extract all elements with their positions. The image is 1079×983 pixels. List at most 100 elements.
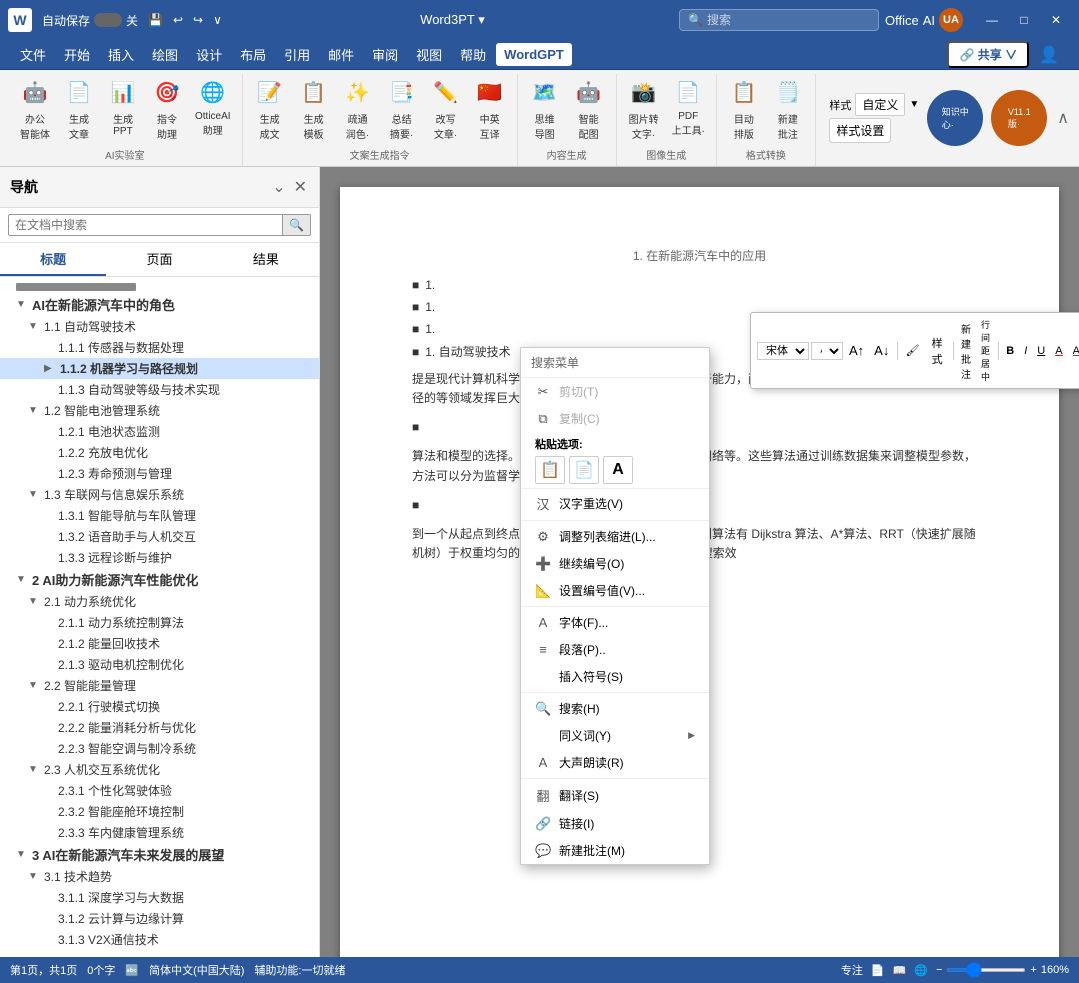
tree-item[interactable]: 1.1.3 自动驾驶等级与技术实现 (0, 379, 319, 400)
cm-item-continue-numbering[interactable]: ➕ 继续编号(O) (521, 550, 709, 577)
zoom-out-icon[interactable]: − (936, 964, 942, 976)
style-dropdown[interactable]: 样式 (926, 333, 949, 369)
menu-references[interactable]: 引用 (276, 41, 318, 68)
style-settings-btn[interactable]: 样式设置 (829, 118, 891, 143)
font-color-btn[interactable]: A (1051, 343, 1066, 359)
tree-item[interactable]: 2.3.1 个性化驾驶体验 (0, 780, 319, 801)
cm-item-search[interactable]: 🔍 搜索(H) (521, 695, 709, 722)
cm-item-paragraph[interactable]: ≡ 段落(P).. (521, 636, 709, 663)
ribbon-btn-gen-ppt[interactable]: 📊 生成PPT (102, 74, 144, 140)
tree-item[interactable]: 2.1.3 驱动电机控制优化 (0, 654, 319, 675)
search-input[interactable] (707, 13, 847, 27)
undo-icon[interactable]: ↩ (169, 11, 187, 29)
focus-btn[interactable]: 专注 (841, 962, 863, 978)
ribbon-btn-translate[interactable]: 🇨🇳 中英互译 (469, 74, 511, 144)
customize-icon[interactable]: ∨ (209, 11, 226, 29)
nav-tab-headings[interactable]: 标题 (0, 243, 106, 276)
minimize-button[interactable]: — (977, 8, 1007, 32)
tree-item[interactable]: 2.2.3 智能空调与制冷系统 (0, 738, 319, 759)
cm-item-translate[interactable]: 翻 翻译(S) (521, 781, 709, 810)
office-ai-button[interactable]: Office AI UA (885, 8, 963, 32)
menu-draw[interactable]: 绘图 (144, 41, 186, 68)
cm-item-synonym[interactable]: 同义词(Y) (521, 722, 709, 749)
ribbon-btn-mindmap[interactable]: 🗺️ 思维导图 (524, 74, 566, 144)
ribbon-btn-smart-img[interactable]: 🤖 智能配图 (568, 74, 610, 144)
style-box[interactable]: 自定义 (855, 93, 905, 116)
tree-item[interactable]: 2.3.2 智能座舱环境控制 (0, 801, 319, 822)
ribbon-btn-polish[interactable]: ✨ 疏通润色· (337, 74, 379, 144)
cm-item-cut[interactable]: ✂ 剪切(T) (521, 378, 709, 405)
ribbon-btn-img-to-text[interactable]: 📸 图片转文字· (623, 74, 665, 144)
tree-item[interactable]: 2.2.1 行驶模式切换 (0, 696, 319, 717)
cm-item-link[interactable]: 🔗 链接(I) (521, 810, 709, 837)
tree-item[interactable]: 1.3.2 语音助手与人机交互 (0, 526, 319, 547)
indent-btn[interactable]: 行间距居中 (977, 316, 994, 385)
tree-item[interactable]: ▼ 3 AI在新能源汽车未来发展的展望 (0, 843, 319, 866)
tree-item[interactable]: 3.1.3 V2X通信技术 (0, 929, 319, 950)
tree-item[interactable]: 3.1.2 云计算与边缘计算 (0, 908, 319, 929)
autosave-toggle[interactable] (94, 13, 122, 27)
cm-item-insert-symbol[interactable]: 插入符号(S) (521, 663, 709, 690)
tree-item[interactable]: 3.1.1 深度学习与大数据 (0, 887, 319, 908)
menu-mailings[interactable]: 邮件 (320, 41, 362, 68)
tree-item[interactable]: ▼ 2.3 人机交互系统优化 (0, 759, 319, 780)
view-web-icon[interactable]: 🌐 (914, 964, 928, 977)
bold-btn[interactable]: B (1002, 343, 1018, 359)
tree-item[interactable]: 1.1.1 传感器与数据处理 (0, 337, 319, 358)
close-button[interactable]: ✕ (1041, 8, 1071, 32)
ribbon-btn-gen-text[interactable]: 📝 生成成文 (249, 74, 291, 144)
grow-font-icon[interactable]: A↑ (845, 341, 868, 360)
font-selector[interactable]: 宋体 (757, 342, 809, 360)
tree-item[interactable]: 1.2.3 寿命预测与管理 (0, 463, 319, 484)
menu-help[interactable]: 帮助 (452, 41, 494, 68)
cm-item-font[interactable]: A 字体(F)... (521, 609, 709, 636)
ribbon-btn-office-ai[interactable]: 🌐 OtticeAI助理 (190, 74, 236, 140)
tree-item[interactable]: ▼ 3.1 技术趋势 (0, 866, 319, 887)
version-btn[interactable]: V11.1版· (991, 90, 1047, 146)
tree-item[interactable]: 1.2.1 电池状态监测 (0, 421, 319, 442)
cm-item-new-comment[interactable]: 💬 新建批注(M) (521, 837, 709, 864)
ribbon-btn-command[interactable]: 🎯 指令助理 (146, 74, 188, 144)
style-dropdown-icon[interactable]: ▼ (909, 99, 919, 110)
nav-close-icon[interactable]: ✕ (292, 175, 309, 199)
ribbon-btn-auto-layout[interactable]: 📋 目动排版 (723, 74, 765, 144)
menu-review[interactable]: 审阅 (364, 41, 406, 68)
ribbon-btn-rewrite[interactable]: ✏️ 改写文章· (425, 74, 467, 144)
tree-item[interactable]: ▼ 2.2 智能能量管理 (0, 675, 319, 696)
font-size-selector[interactable]: 小五 (811, 342, 843, 360)
tree-item[interactable]: 2.1.2 能量回收技术 (0, 633, 319, 654)
tree-item[interactable]: 2.1.1 动力系统控制算法 (0, 612, 319, 633)
account-icon[interactable]: 👤 (1031, 41, 1067, 69)
tree-item[interactable]: 1.3.1 智能导航与车队管理 (0, 505, 319, 526)
highlight-btn[interactable]: A̲ (1069, 343, 1079, 359)
menu-layout[interactable]: 布局 (232, 41, 274, 68)
ribbon-expand-icon[interactable]: ∧ (1055, 106, 1071, 130)
tree-item[interactable]: ▼ 1.1 自动驾驶技术 (0, 316, 319, 337)
nav-search-input[interactable] (9, 215, 282, 235)
cm-item-copy[interactable]: ⧉ 复制(C) (521, 405, 709, 432)
tree-item[interactable]: 2.3.3 车内健康管理系统 (0, 822, 319, 843)
underline-btn[interactable]: U (1033, 343, 1049, 359)
ribbon-btn-gen-template[interactable]: 📋 生成模板 (293, 74, 335, 144)
search-box[interactable]: 🔍 (679, 9, 879, 31)
new-comment-btn[interactable]: 新建批注 (957, 319, 975, 383)
menu-wordgpt[interactable]: WordGPT (496, 43, 572, 66)
ribbon-btn-pdf-tools[interactable]: 📄 PDF上工具· (667, 74, 710, 140)
maximize-button[interactable]: □ (1009, 8, 1039, 32)
tree-item[interactable]: 1.3.3 远程诊断与维护 (0, 547, 319, 568)
zoom-slider[interactable] (946, 968, 1026, 972)
cm-paste-plain[interactable]: 📄 (569, 456, 599, 484)
knowledge-center-btn[interactable]: 知识中心· (927, 90, 983, 146)
menu-view[interactable]: 视图 (408, 41, 450, 68)
tree-item[interactable]: ▼ 2.1 动力系统优化 (0, 591, 319, 612)
nav-tab-results[interactable]: 结果 (213, 243, 319, 276)
view-read-icon[interactable]: 📖 (893, 964, 907, 977)
ribbon-btn-gen-article[interactable]: 📄 生成文章 (58, 74, 100, 144)
cm-item-set-numbering[interactable]: 📐 设置编号值(V)... (521, 577, 709, 604)
cm-item-hanzi[interactable]: 汉 汉字重选(V) (521, 489, 709, 518)
menu-insert[interactable]: 插入 (100, 41, 142, 68)
redo-icon[interactable]: ↪ (189, 11, 207, 29)
menu-file[interactable]: 文件 (12, 41, 54, 68)
italic-btn[interactable]: I (1020, 343, 1031, 359)
nav-collapse-icon[interactable]: ⌄ (270, 175, 287, 199)
